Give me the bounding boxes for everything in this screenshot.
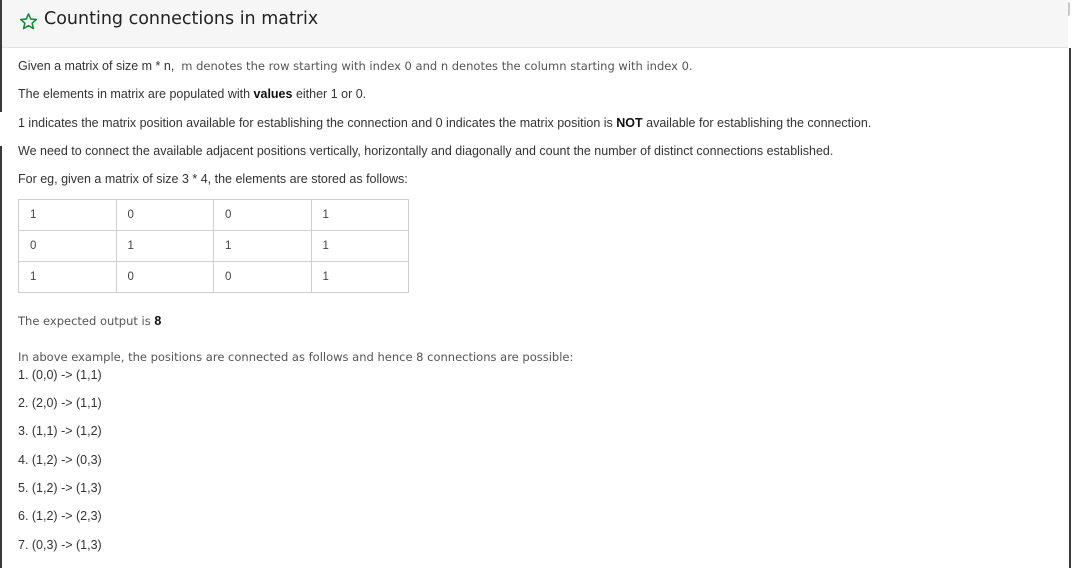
matrix-row: 1 0 0 1 bbox=[18, 261, 409, 293]
matrix-row: 1 0 0 1 bbox=[18, 199, 409, 231]
connection-item: 1. (0,0) -> (1,1) bbox=[18, 368, 102, 382]
index-note-text: m denotes the row starting with index 0 … bbox=[181, 59, 693, 73]
example-intro-text: For eg, given a matrix of size 3 * 4, th… bbox=[18, 172, 408, 186]
matrix-cell: 1 bbox=[18, 261, 117, 293]
not-bold-text: NOT bbox=[616, 116, 643, 130]
connection-item: 5. (1,2) -> (1,3) bbox=[18, 481, 102, 495]
matrix-cell: 0 bbox=[213, 199, 312, 231]
intro-paragraph-size: Given a matrix of size m * n, m denotes … bbox=[18, 59, 693, 73]
values-text-after: either 1 or 0. bbox=[295, 87, 367, 101]
intro-paragraph-task: We need to connect the available adjacen… bbox=[18, 144, 834, 158]
connection-item: 6. (1,2) -> (2,3) bbox=[18, 509, 102, 523]
availability-text-after: available for establishing the connectio… bbox=[646, 116, 872, 130]
left-border-lower bbox=[0, 146, 2, 568]
expected-output-line: The expected output is 8 bbox=[18, 314, 161, 328]
matrix-cell: 0 bbox=[115, 261, 214, 293]
star-outline-icon[interactable] bbox=[19, 12, 38, 31]
matrix-cell: 0 bbox=[18, 230, 117, 262]
matrix-size-text: Given a matrix of size m * n, bbox=[18, 59, 175, 73]
matrix-table: 1 0 0 1 0 1 1 1 1 0 0 1 bbox=[18, 199, 409, 293]
explanation-intro-text: In above example, the positions are conn… bbox=[18, 350, 574, 364]
intro-paragraph-availability: 1 indicates the matrix position availabl… bbox=[18, 116, 871, 130]
intro-paragraph-values: The elements in matrix are populated wit… bbox=[18, 87, 366, 101]
availability-text-before: 1 indicates the matrix position availabl… bbox=[18, 116, 613, 130]
connection-item: 4. (1,2) -> (0,3) bbox=[18, 453, 102, 467]
matrix-cell: 0 bbox=[115, 199, 214, 231]
matrix-cell: 1 bbox=[310, 199, 409, 231]
matrix-cell: 1 bbox=[310, 230, 409, 262]
matrix-cell: 1 bbox=[213, 230, 312, 262]
values-bold-text: values bbox=[253, 87, 293, 101]
page-header: Counting connections in matrix bbox=[2, 0, 1068, 48]
connection-item: 2. (2,0) -> (1,1) bbox=[18, 396, 102, 410]
connection-item: 3. (1,1) -> (1,2) bbox=[18, 424, 102, 438]
matrix-cell: 1 bbox=[18, 199, 117, 231]
right-border bbox=[1069, 48, 1071, 568]
matrix-cell: 1 bbox=[310, 261, 409, 293]
matrix-cell: 1 bbox=[115, 230, 214, 262]
expected-output-label: The expected output is bbox=[18, 314, 151, 328]
matrix-cell: 0 bbox=[213, 261, 312, 293]
matrix-row: 0 1 1 1 bbox=[18, 230, 409, 262]
connection-item: 7. (0,3) -> (1,3) bbox=[18, 538, 102, 552]
values-text-before: The elements in matrix are populated wit… bbox=[18, 87, 251, 101]
page-title: Counting connections in matrix bbox=[44, 9, 319, 29]
expected-output-value: 8 bbox=[154, 314, 162, 328]
